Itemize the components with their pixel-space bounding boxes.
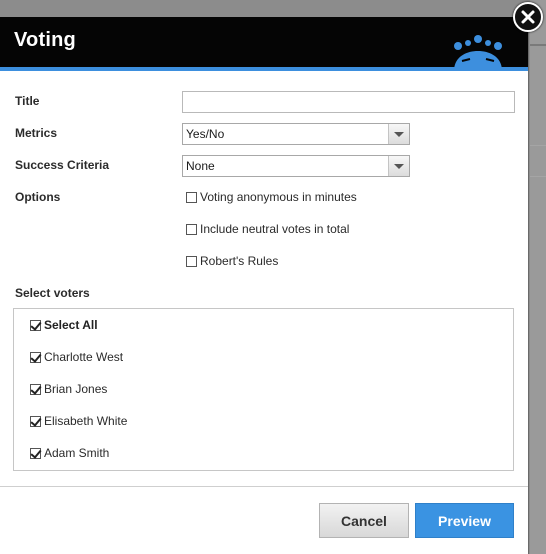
checkbox[interactable] bbox=[186, 223, 197, 235]
dialog-title: Voting bbox=[14, 29, 76, 51]
metrics-label: Metrics bbox=[15, 126, 58, 140]
select-voters-label: Select voters bbox=[15, 286, 90, 300]
background-line bbox=[530, 145, 546, 146]
background-line bbox=[530, 44, 546, 46]
option-label: Include neutral votes in total bbox=[200, 222, 350, 236]
checkbox[interactable] bbox=[30, 319, 41, 331]
dialog-header: Voting bbox=[0, 17, 528, 71]
chevron-down-icon[interactable] bbox=[388, 156, 409, 176]
option-label: Voting anonymous in minutes bbox=[200, 190, 357, 204]
success-criteria-select-value: None bbox=[186, 159, 215, 173]
close-icon[interactable] bbox=[520, 9, 536, 25]
checkbox[interactable] bbox=[30, 383, 41, 395]
success-criteria-label: Success Criteria bbox=[15, 158, 110, 172]
option-neutral-votes-checkbox[interactable]: Include neutral votes in total bbox=[186, 221, 349, 237]
title-input[interactable] bbox=[182, 91, 515, 113]
voting-dialog: Voting Title Metrics Yes/No Success Crit… bbox=[0, 17, 529, 554]
metrics-select[interactable]: Yes/No bbox=[182, 123, 410, 145]
checkbox[interactable] bbox=[30, 447, 41, 459]
checkbox[interactable] bbox=[186, 191, 197, 203]
voter-name: Adam Smith bbox=[44, 446, 110, 460]
option-label: Robert's Rules bbox=[200, 254, 279, 268]
footer-divider bbox=[0, 486, 528, 487]
chevron-down-icon[interactable] bbox=[388, 124, 409, 144]
checkbox[interactable] bbox=[186, 255, 197, 267]
option-anonymous-checkbox[interactable]: Voting anonymous in minutes bbox=[186, 189, 357, 205]
success-criteria-select[interactable]: None bbox=[182, 155, 410, 177]
voter-item[interactable]: Adam Smith bbox=[30, 445, 109, 461]
option-roberts-rules-checkbox[interactable]: Robert's Rules bbox=[186, 253, 278, 269]
preview-button[interactable]: Preview bbox=[415, 503, 514, 538]
crown-logo-icon bbox=[454, 35, 502, 67]
select-all-label: Select All bbox=[44, 318, 98, 332]
voter-item[interactable]: Elisabeth White bbox=[30, 413, 127, 429]
voter-item[interactable]: Charlotte West bbox=[30, 349, 123, 365]
voter-name: Elisabeth White bbox=[44, 414, 128, 428]
close-button[interactable] bbox=[513, 2, 543, 32]
voter-name: Charlotte West bbox=[44, 350, 124, 364]
background-strip bbox=[530, 0, 546, 554]
title-label: Title bbox=[15, 94, 40, 108]
voter-item[interactable]: Brian Jones bbox=[30, 381, 107, 397]
metrics-select-value: Yes/No bbox=[186, 127, 225, 141]
background-line bbox=[530, 176, 546, 177]
checkbox[interactable] bbox=[30, 415, 41, 427]
options-label: Options bbox=[15, 190, 61, 204]
checkbox[interactable] bbox=[30, 351, 41, 363]
cancel-button[interactable]: Cancel bbox=[319, 503, 409, 538]
select-all-checkbox[interactable]: Select All bbox=[30, 317, 98, 333]
voter-name: Brian Jones bbox=[44, 382, 108, 396]
